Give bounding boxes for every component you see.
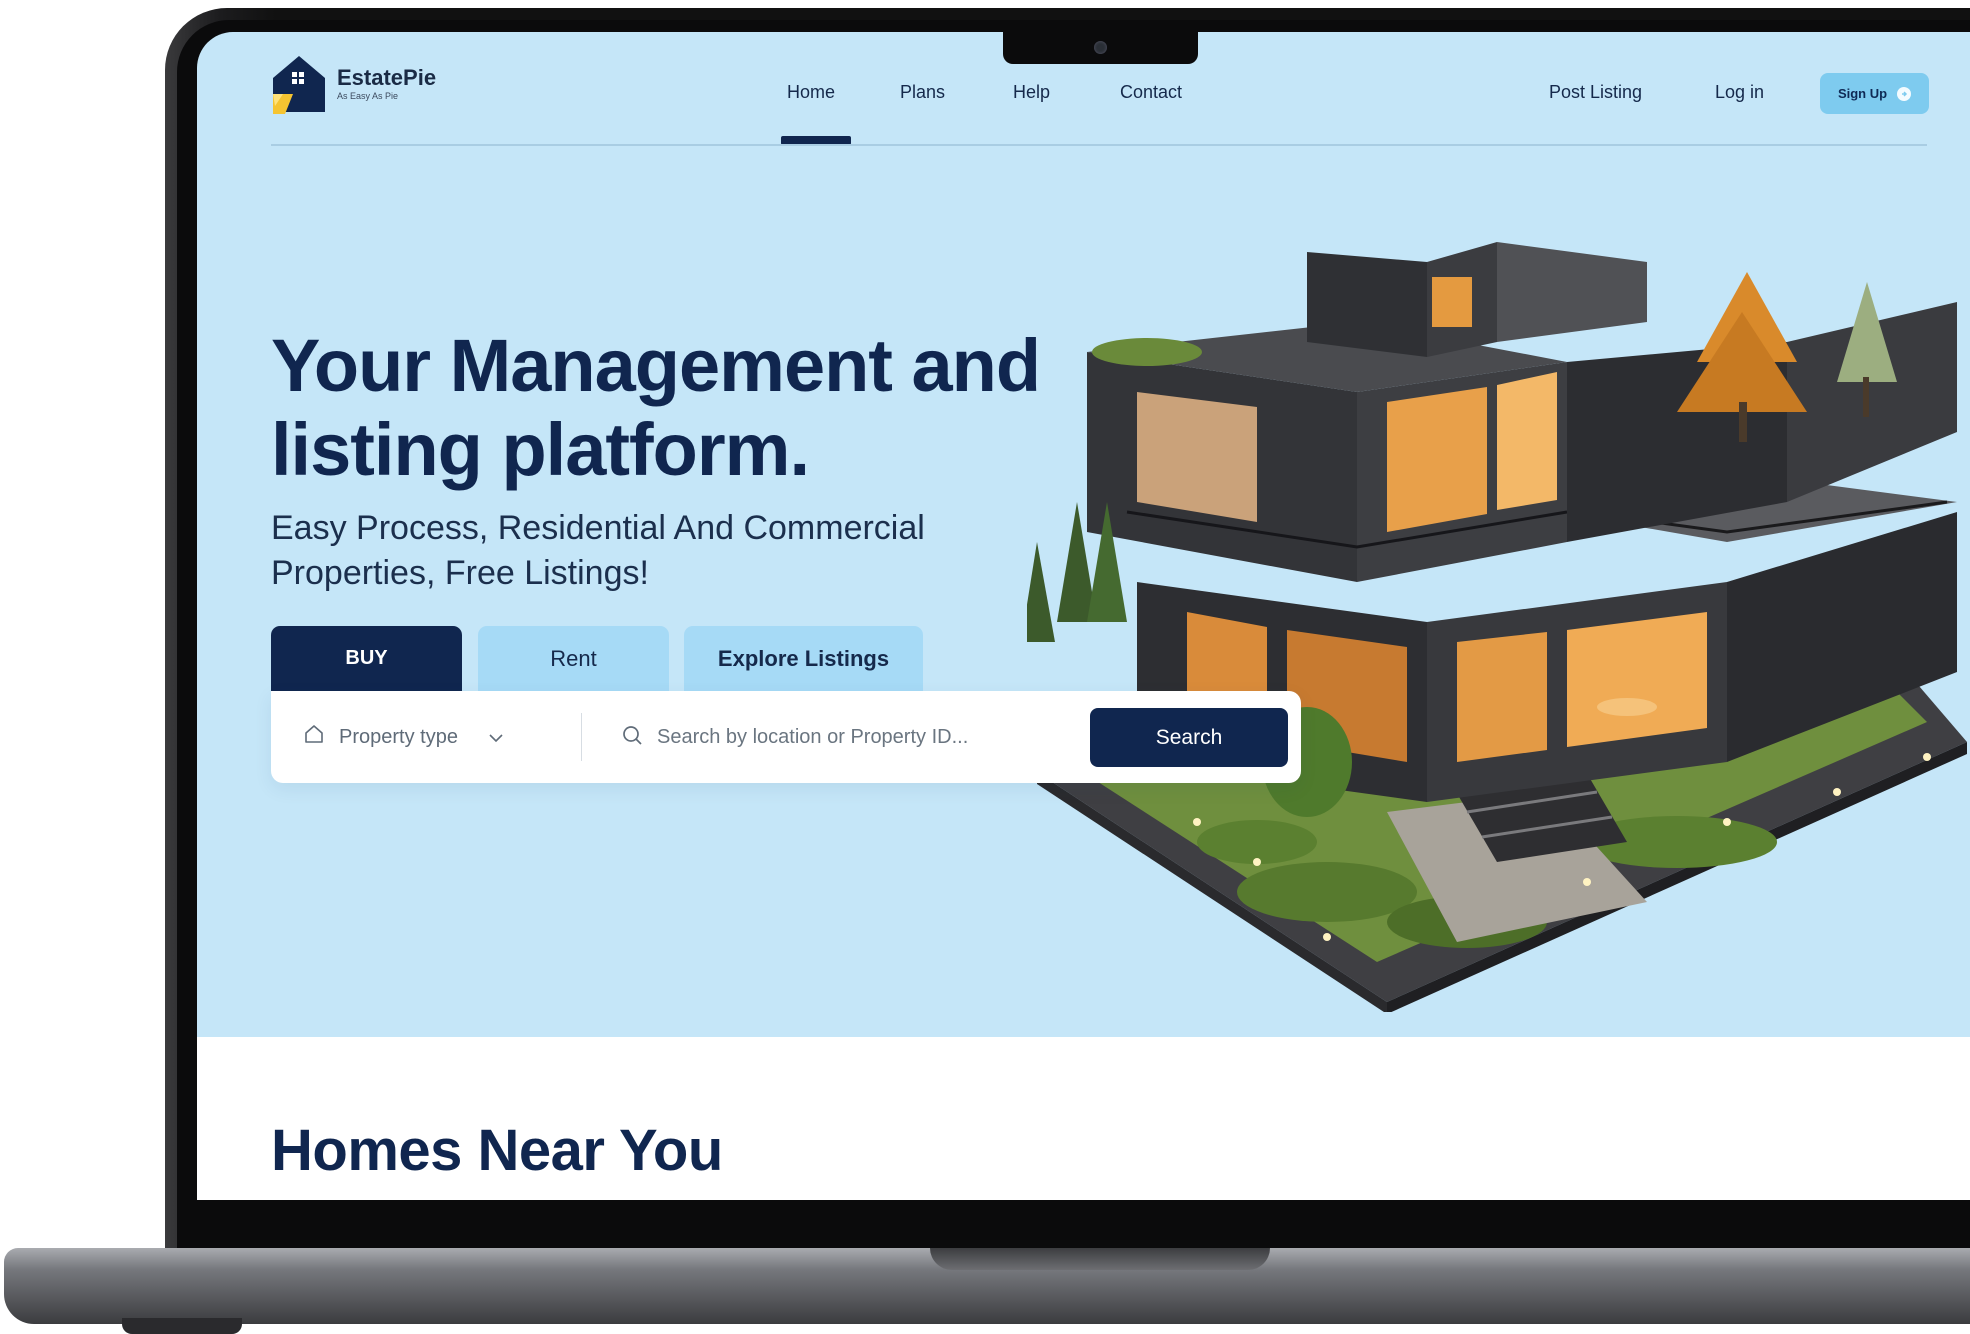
nav-contact[interactable]: Contact — [1120, 82, 1182, 103]
laptop-screen: EstatePie As Easy As Pie Home Plans Help… — [197, 32, 1970, 1200]
signup-button[interactable]: Sign Up — [1820, 73, 1929, 114]
laptop-base-notch — [930, 1248, 1270, 1270]
hero-title: Your Management and listing platform. — [271, 324, 1041, 491]
nav-plans[interactable]: Plans — [900, 82, 945, 103]
hero-subtitle: Easy Process, Residential And Commercial… — [271, 509, 925, 592]
nav-home[interactable]: Home — [787, 82, 835, 103]
brand-logo[interactable]: EstatePie As Easy As Pie — [271, 54, 436, 114]
arrow-circle-icon — [1897, 86, 1912, 101]
section-title: Homes Near You — [271, 1118, 723, 1183]
property-type-select[interactable]: Property type — [303, 691, 504, 783]
signup-label: Sign Up — [1837, 86, 1888, 101]
homes-near-you-section: Homes Near You — [197, 1037, 1970, 1200]
search-button[interactable]: Search — [1090, 708, 1288, 767]
camera-icon — [1094, 41, 1107, 54]
home-outline-icon — [303, 723, 325, 751]
brand-name: EstatePie — [337, 65, 437, 90]
tab-rent[interactable]: Rent — [478, 626, 669, 691]
post-listing-link[interactable]: Post Listing — [1549, 82, 1642, 103]
laptop-foot — [122, 1318, 242, 1334]
search-panel: Property type Search — [271, 691, 1301, 783]
tab-buy[interactable]: BUY — [271, 626, 462, 691]
search-divider — [581, 713, 582, 761]
camera-notch — [1003, 32, 1198, 64]
chevron-down-icon — [488, 726, 504, 749]
search-field — [621, 691, 1041, 783]
nav-help[interactable]: Help — [1013, 82, 1050, 103]
search-icon — [621, 724, 643, 751]
login-link[interactable]: Log in — [1715, 82, 1764, 103]
header-divider — [271, 144, 1927, 146]
house-logo-icon — [271, 54, 327, 114]
tab-explore-listings[interactable]: Explore Listings — [684, 626, 923, 691]
house-illustration — [1021, 202, 1970, 1014]
property-type-label: Property type — [339, 725, 458, 748]
search-input[interactable] — [655, 724, 1039, 750]
brand-tagline: As Easy As Pie — [337, 91, 399, 101]
